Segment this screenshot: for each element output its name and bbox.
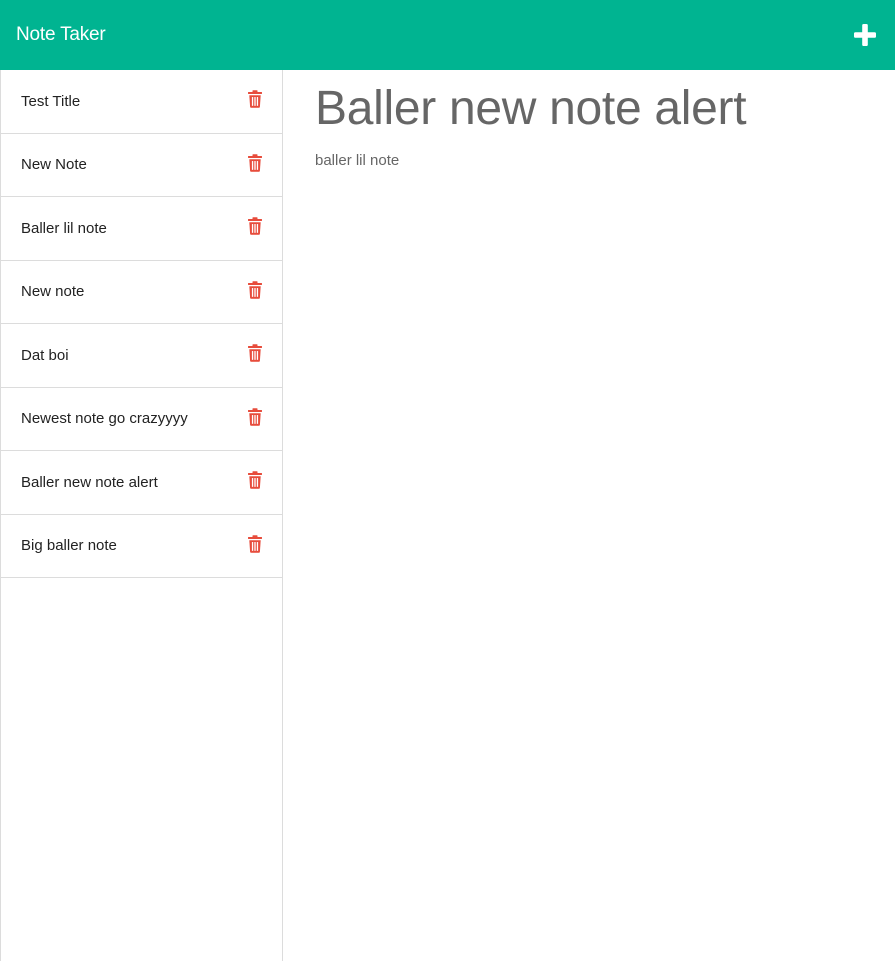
list-item[interactable]: Big baller note: [1, 515, 282, 578]
trash-icon[interactable]: [248, 344, 262, 363]
trash-icon[interactable]: [248, 280, 262, 299]
list-item[interactable]: Dat boi: [1, 324, 282, 388]
note-list-sidebar: Test Title New Note Baller lil note New …: [0, 70, 283, 961]
list-item[interactable]: Baller new note alert: [1, 451, 282, 515]
note-item-title: Test Title: [21, 92, 81, 110]
trash-icon[interactable]: [248, 534, 262, 553]
note-item-title: Baller new note alert: [21, 473, 158, 491]
note-item-title: Newest note go crazyyyy: [21, 410, 188, 428]
note-item-title: Baller lil note: [21, 219, 107, 237]
list-item[interactable]: Test Title: [1, 70, 282, 134]
app-brand[interactable]: Note Taker: [16, 24, 106, 46]
list-item[interactable]: Newest note go crazyyyy: [1, 388, 282, 451]
plus-icon: [854, 24, 876, 46]
list-item[interactable]: New Note: [1, 134, 282, 197]
note-text[interactable]: baller lil note: [315, 152, 863, 169]
note-viewer: Baller new note alert baller lil note: [283, 70, 895, 961]
note-title[interactable]: Baller new note alert: [315, 82, 863, 136]
note-item-title: Big baller note: [21, 537, 117, 555]
note-item-title: New Note: [21, 156, 87, 174]
trash-icon[interactable]: [248, 217, 262, 236]
new-note-button[interactable]: [849, 19, 881, 51]
trash-icon[interactable]: [248, 153, 262, 172]
trash-icon[interactable]: [248, 471, 262, 490]
note-item-title: New note: [21, 283, 85, 301]
note-list: Test Title New Note Baller lil note New …: [1, 70, 282, 578]
trash-icon[interactable]: [248, 90, 262, 109]
list-item[interactable]: Baller lil note: [1, 197, 282, 261]
list-item[interactable]: New note: [1, 261, 282, 324]
trash-icon[interactable]: [248, 407, 262, 426]
note-item-title: Dat boi: [21, 346, 69, 364]
navbar: Note Taker: [0, 0, 895, 70]
